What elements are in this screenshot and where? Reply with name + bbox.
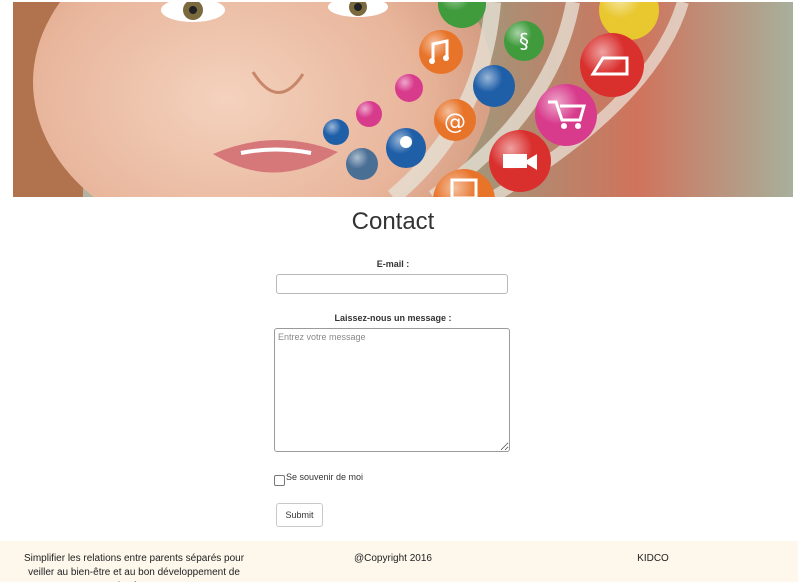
message-textarea[interactable]: [274, 328, 510, 452]
shopping-cart-icon: [535, 84, 597, 146]
remember-me-label[interactable]: Se souvenir de moi: [286, 471, 363, 483]
user-icon: [386, 128, 426, 168]
at-sign-icon: @: [434, 99, 476, 141]
page-title: Contact: [351, 208, 435, 235]
remember-me-checkbox[interactable]: [274, 475, 285, 486]
tablet-icon: [580, 33, 644, 97]
car-icon: [323, 119, 349, 145]
at-icon: [473, 65, 515, 107]
footer: Simplifier les relations entre parents s…: [0, 541, 798, 582]
footer-tagline: Simplifier les relations entre parents s…: [23, 553, 245, 582]
hero-banner: § @: [13, 2, 793, 197]
hero-illustration: § @: [13, 2, 793, 197]
page: § @ Contact E-mail: Laissez-nous un mes…: [0, 0, 798, 582]
footer-brand: KIDCO: [637, 553, 669, 564]
email-field[interactable]: [276, 274, 508, 294]
remember-me-row: Se souvenir de moi: [274, 471, 363, 487]
svg-text:@: @: [444, 110, 466, 135]
message-label: Laissez-nous un message :: [334, 313, 452, 323]
podcast-icon: [395, 74, 423, 102]
svg-text:§: §: [519, 29, 529, 53]
book-icon: [356, 101, 382, 127]
footer-copyright: @Copyright 2016: [354, 553, 432, 564]
email-label: E-mail :: [376, 259, 410, 269]
lightbulb-icon: [346, 148, 378, 180]
submit-button[interactable]: Submit: [276, 503, 323, 527]
music-icon: [419, 30, 463, 74]
video-camera-icon: [489, 130, 551, 192]
section-icon: §: [504, 21, 544, 61]
